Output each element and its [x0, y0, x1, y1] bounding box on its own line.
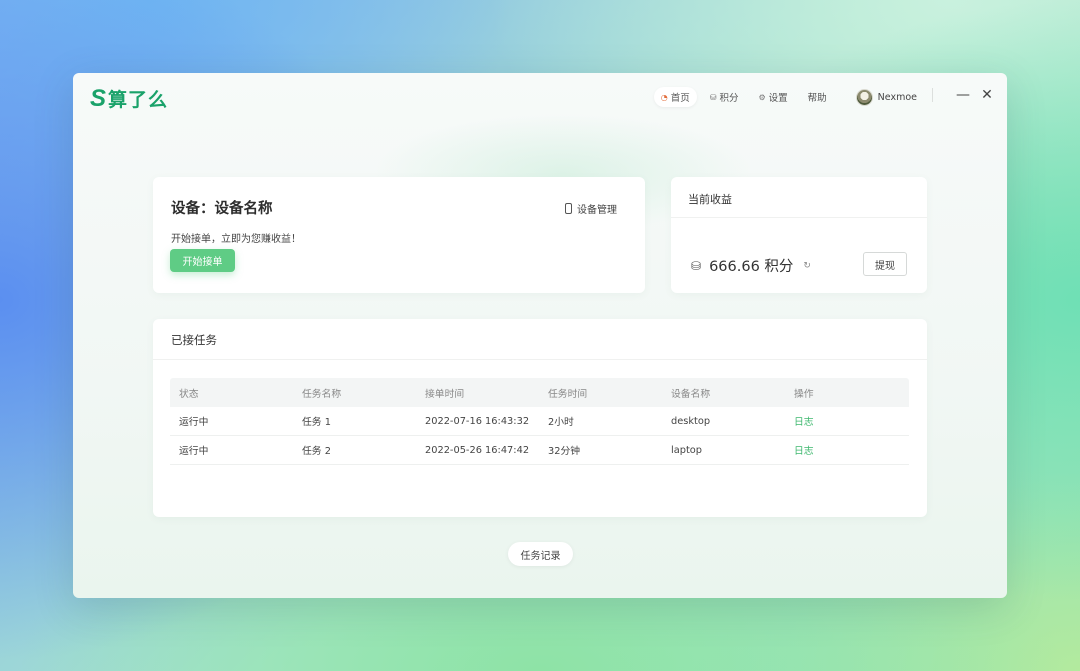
column-header: 任务时间 — [548, 388, 588, 400]
task-status: 运行中 — [179, 446, 209, 457]
task-history-button[interactable]: 任务记录 — [508, 542, 573, 566]
logo-text: 算了么 — [108, 89, 169, 111]
app-logo[interactable]: S 算了么 — [90, 85, 168, 112]
tasks-table: 状态 任务名称 接单时间 任务时间 设备名称 操作 运行中 任务 1 2022-… — [170, 378, 909, 465]
nav-item-settings[interactable]: ⚙ 设置 — [751, 87, 794, 107]
task-status: 运行中 — [179, 417, 209, 428]
start-accepting-button[interactable]: 开始接单 — [170, 249, 235, 272]
income-value: 666.66 积分 — [709, 259, 794, 275]
home-icon: ◔ — [660, 92, 668, 102]
log-link[interactable]: 日志 — [785, 443, 909, 457]
task-device: desktop — [671, 415, 711, 427]
income-title: 当前收益 — [671, 177, 927, 218]
close-icon[interactable]: ✕ — [979, 87, 995, 103]
phone-icon — [565, 203, 572, 214]
table-row: 运行中 任务 1 2022-07-16 16:43:32 2小时 desktop… — [170, 407, 909, 436]
accepted-tasks-card: 已接任务 状态 任务名称 接单时间 任务时间 设备名称 操作 运行中 任务 1 … — [153, 319, 927, 517]
top-nav: ◔ 首页 ⛁ 积分 ⚙ 设置 帮助 Nexmoe — [648, 87, 917, 107]
column-header: 任务名称 — [302, 388, 342, 400]
device-title: 设备：设备名称 — [171, 201, 273, 217]
nav-item-points[interactable]: ⛁ 积分 — [703, 87, 746, 107]
refresh-icon[interactable]: ↻ — [803, 261, 811, 271]
log-link[interactable]: 日志 — [785, 414, 909, 428]
device-subtitle: 开始接单，立即为您赚收益！ — [171, 234, 301, 245]
device-manage-button[interactable]: 设备管理 — [565, 201, 617, 216]
column-header: 接单时间 — [425, 388, 465, 400]
task-accepted-time: 2022-05-26 16:47:42 — [425, 444, 530, 456]
column-header: 状态 — [179, 388, 199, 400]
income-card: 当前收益 ⛁ 666.66 积分 ↻ 提现 — [671, 177, 927, 293]
table-header-row: 状态 任务名称 接单时间 任务时间 设备名称 操作 — [170, 378, 909, 407]
task-duration: 32分钟 — [548, 446, 581, 457]
user-name: Nexmoe — [877, 91, 917, 103]
user-menu[interactable]: Nexmoe — [855, 88, 917, 106]
device-card: 设备：设备名称 设备管理 开始接单，立即为您赚收益！ 开始接单 — [153, 177, 645, 293]
task-name: 任务 1 — [302, 417, 331, 428]
withdraw-button[interactable]: 提现 — [863, 252, 907, 276]
income-balance: ⛁ 666.66 积分 ↻ — [691, 255, 811, 276]
settings-icon: ⚙ — [758, 92, 766, 102]
device-manage-label: 设备管理 — [577, 205, 617, 216]
nav-item-home[interactable]: ◔ 首页 — [653, 87, 697, 107]
window-controls: — ✕ — [932, 87, 995, 103]
nav-item-label: 积分 — [719, 93, 739, 104]
nav-item-label: 首页 — [670, 93, 690, 104]
column-header: 设备名称 — [671, 388, 711, 400]
task-name: 任务 2 — [302, 446, 331, 457]
task-device: laptop — [671, 444, 702, 456]
logo-mark: S — [90, 84, 108, 112]
table-row: 运行中 任务 2 2022-05-26 16:47:42 32分钟 laptop… — [170, 436, 909, 465]
tasks-title: 已接任务 — [153, 319, 927, 360]
app-window: S 算了么 ◔ 首页 ⛁ 积分 ⚙ 设置 帮助 Nexmoe — ✕ 设备：设备… — [73, 73, 1007, 598]
avatar — [855, 88, 873, 106]
column-header: 操作 — [794, 388, 814, 400]
nav-item-label: 设置 — [768, 93, 788, 104]
points-icon: ⛁ — [709, 92, 717, 102]
task-accepted-time: 2022-07-16 16:43:32 — [425, 415, 530, 427]
task-duration: 2小时 — [548, 417, 574, 428]
minimize-icon[interactable]: — — [955, 87, 971, 103]
nav-item-label: 帮助 — [807, 93, 827, 104]
divider — [932, 88, 933, 102]
coins-icon: ⛁ — [691, 258, 702, 273]
nav-item-help[interactable]: 帮助 — [801, 87, 834, 107]
